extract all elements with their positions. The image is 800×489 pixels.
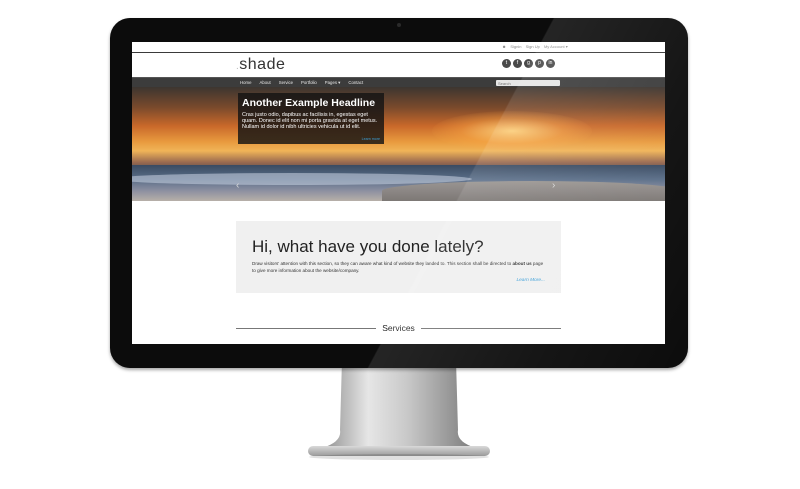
google-plus-icon[interactable]: g — [524, 59, 533, 68]
logo-text: shade — [239, 56, 286, 73]
search-box — [496, 80, 560, 86]
hero-learn-more-link[interactable]: Learn more — [362, 137, 380, 141]
nav-contact[interactable]: Contact — [348, 80, 363, 86]
brand-bar: .shade t f g p in — [132, 53, 665, 77]
my-account-link[interactable]: My Account ▾ — [544, 44, 568, 49]
nav-portfolio[interactable]: Portfolio — [301, 80, 317, 86]
slider-prev-arrow-icon[interactable]: ‹ — [236, 180, 239, 191]
signin-link[interactable]: Signin — [510, 44, 521, 49]
nav-pages[interactable]: Pages ▾ — [325, 80, 341, 86]
hero-slider: Another Example Headline Cras justo odio… — [132, 87, 665, 201]
pinterest-icon[interactable]: p — [535, 59, 544, 68]
nav-home[interactable]: Home — [240, 80, 251, 86]
callout-learn-more-link[interactable]: Learn More... — [516, 278, 545, 283]
user-icon: ☻ — [502, 44, 507, 49]
site-logo[interactable]: .shade — [236, 56, 285, 74]
monitor-stand — [308, 360, 490, 460]
twitter-icon[interactable]: t — [502, 59, 511, 68]
signup-link[interactable]: Sign Up — [526, 44, 540, 49]
shore — [382, 181, 665, 201]
monitor-bezel: ☻ Signin Sign Up My Account ▾ .shade t f… — [110, 18, 688, 368]
search-input[interactable] — [496, 80, 560, 86]
callout-heading: Hi, what have you done lately? — [252, 237, 484, 256]
account-links: ☻ Signin Sign Up My Account ▾ — [502, 44, 571, 49]
top-bar: ☻ Signin Sign Up My Account ▾ — [132, 42, 665, 53]
intro-callout: Hi, what have you done lately? Draw visi… — [236, 221, 561, 293]
slider-next-arrow-icon[interactable]: › — [552, 180, 555, 191]
services-heading-row: Services — [236, 322, 561, 334]
hero-body: Cras justo odio, dapibus ac facilisis in… — [242, 112, 378, 130]
nav-service[interactable]: Service — [279, 80, 293, 86]
callout-body-text: Draw visitors' attention with this secti… — [252, 261, 513, 266]
linkedin-icon[interactable]: in — [546, 59, 555, 68]
callout-body-bold: about us — [512, 261, 532, 266]
hero-headline: Another Example Headline — [242, 97, 376, 109]
webcam — [397, 23, 401, 27]
callout-body: Draw visitors' attention with this secti… — [252, 260, 547, 274]
hero-caption: Another Example Headline Cras justo odio… — [238, 93, 384, 144]
facebook-icon[interactable]: f — [513, 59, 522, 68]
social-icons: t f g p in — [502, 59, 555, 68]
nav-about[interactable]: About — [259, 80, 270, 86]
services-title: Services — [382, 323, 415, 333]
website-screen: ☻ Signin Sign Up My Account ▾ .shade t f… — [132, 42, 665, 344]
sunset-glow — [432, 111, 592, 151]
